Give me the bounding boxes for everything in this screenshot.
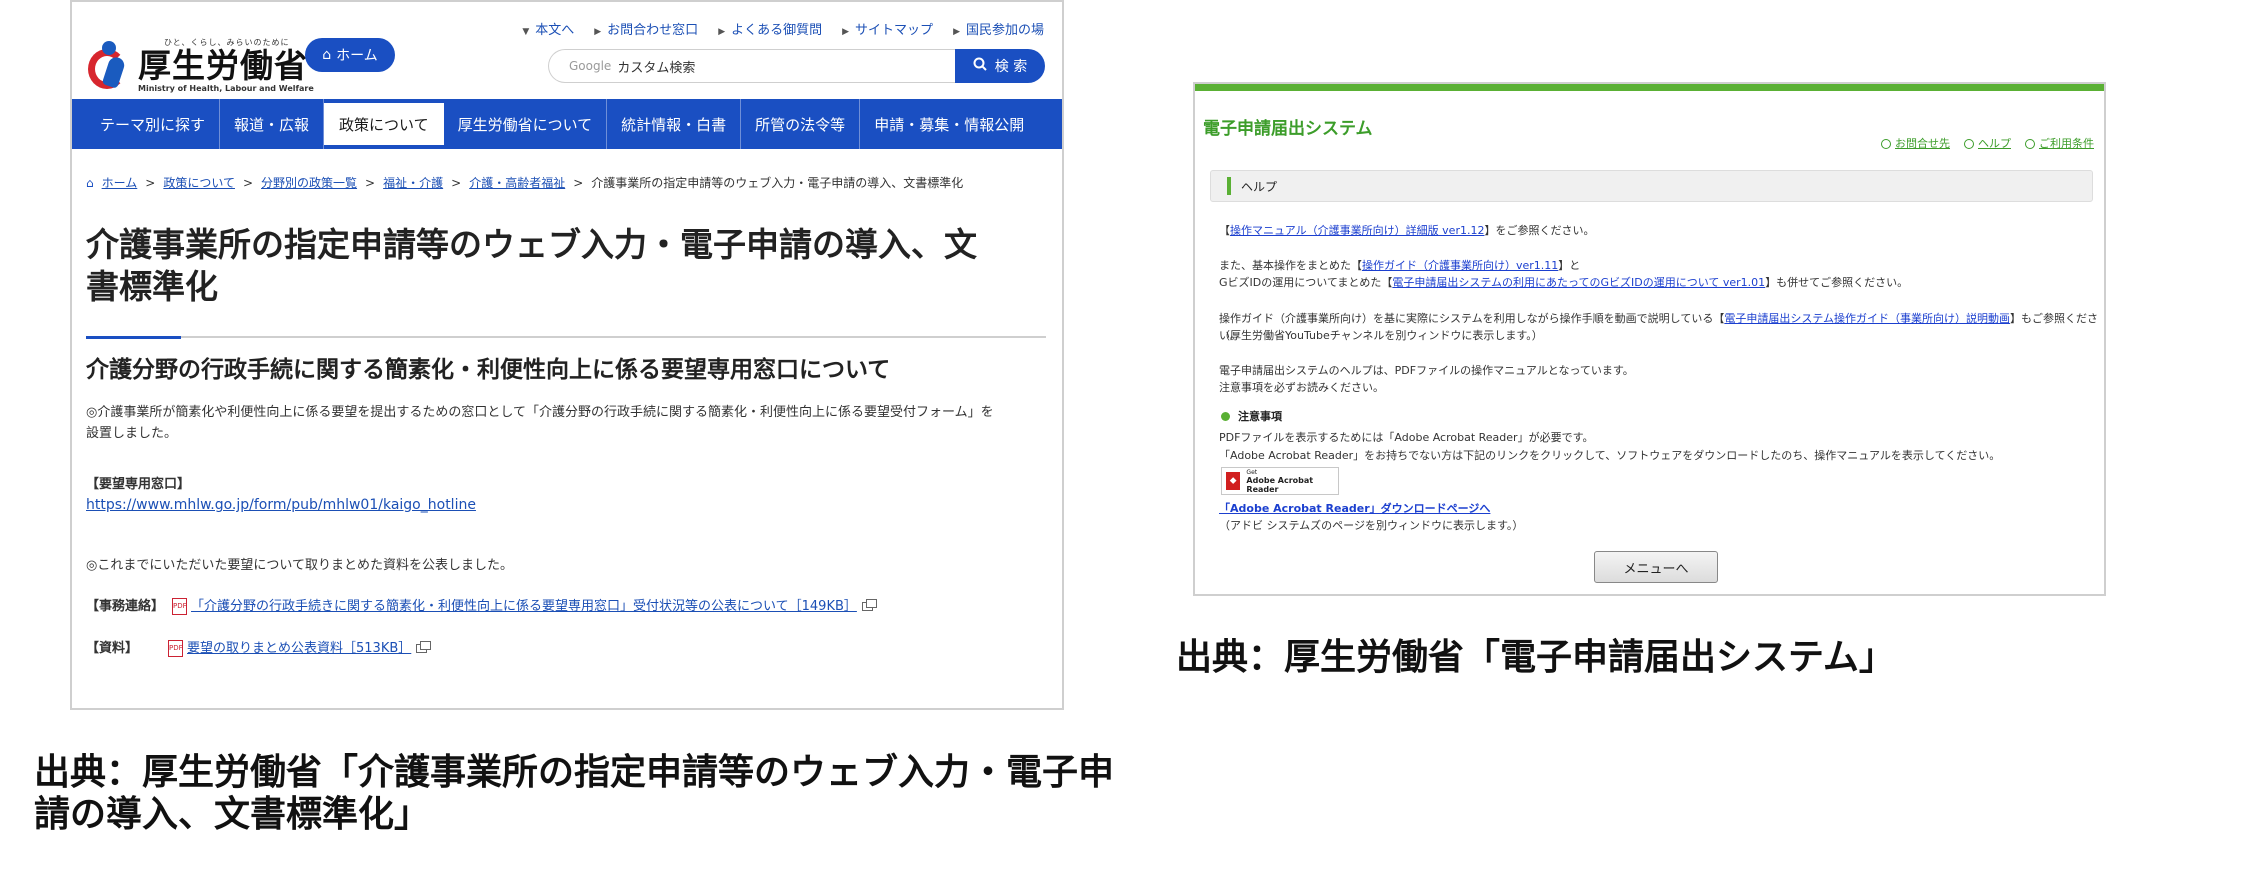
manual-link[interactable]: 操作マニュアル（介護事業所向け）詳細版 ver1.12: [1230, 224, 1484, 237]
link-terms[interactable]: ご利用条件: [2025, 135, 2094, 151]
home-button-label: ホーム: [336, 48, 378, 64]
left-source-caption: 出典：厚生労働省「介護事業所の指定申請等のウェブ入力・電子申 請の導入、文書標準…: [34, 752, 1115, 835]
breadcrumb: ⌂ ホーム > 政策について > 分野別の政策一覧 > 福祉・介護 > 介護・高齢者福祉…: [86, 174, 964, 191]
gbizid-link[interactable]: 電子申請届出システムの利用にあたってのGビズIDの運用について ver1.01: [1392, 276, 1765, 289]
home-icon: ⌂: [322, 47, 332, 63]
page-title: 介護事業所の指定申請等のウェブ入力・電子申請の導入、文 書標準化: [86, 225, 977, 306]
breadcrumb-field-list[interactable]: 分野別の政策一覧: [261, 174, 357, 191]
contact-row: 【事務連絡】 PDF 「介護分野の行政手続きに関する簡素化・利便性向上に係る要望…: [86, 596, 877, 617]
main-nav: テーマ別に探す 報道・広報 政策について 厚生労働省について 統計情報・白書 所…: [72, 99, 1062, 149]
material-row: 【資料】 PDF 要望の取りまとめ公表資料［513KB］: [86, 638, 432, 659]
read-notice-note: 注意事項を必ずお読みください。: [1219, 381, 1384, 394]
guide-link[interactable]: 操作ガイド（介護事業所向け）ver1.11: [1362, 259, 1558, 272]
util-link-faq[interactable]: ▶ よくある御質問: [718, 19, 822, 38]
green-dot-icon: [1221, 411, 1230, 421]
triangle-right-icon: ▶: [842, 27, 850, 37]
section-heading: 介護分野の行政手続に関する簡素化・利便性向上に係る要望専用窓口について: [86, 357, 891, 383]
system-top-links: お問合せ先 ヘルプ ご利用条件: [1881, 135, 2094, 151]
material-pdf-link[interactable]: 要望の取りまとめ公表資料［513KB］: [187, 638, 411, 659]
util-link-main[interactable]: ▼ 本文へ: [522, 19, 574, 38]
gbizid-line: GビズIDの運用についてまとめた【電子申請届出システムの利用にあたってのGビズI…: [1219, 276, 1909, 289]
triangle-right-icon: ▶: [718, 27, 726, 37]
help-heading: ヘルプ: [1241, 179, 1278, 194]
search-input[interactable]: Google カスタム検索: [548, 49, 956, 83]
triangle-right-icon: ▶: [953, 27, 960, 37]
breadcrumb-welfare[interactable]: 福祉・介護: [383, 174, 443, 191]
search-icon: [973, 57, 987, 75]
acrobat-reader-badge[interactable]: ⬥ Get Adobe Acrobat Reader: [1221, 467, 1339, 495]
pdf-icon: PDF: [168, 640, 184, 657]
mhlw-page-screenshot: ひと、くらし、みらいのために 厚生労働省 Ministry of Health,…: [70, 0, 1064, 710]
help-heading-bar: ヘルプ: [1210, 170, 2093, 202]
menu-button[interactable]: メニューへ: [1594, 551, 1718, 583]
help-pdf-note: 電子申請届出システムのヘルプは、PDFファイルの操作マニュアルとなっています。: [1219, 364, 1634, 377]
acrobat-get-label: Get: [1246, 468, 1258, 476]
logo-name: 厚生労働省: [138, 46, 308, 85]
circle-arrow-icon: [2025, 139, 2035, 149]
header-accent-bar: [1195, 84, 2104, 91]
breadcrumb-current: 介護事業所の指定申請等のウェブ入力・電子申請の導入、文書標準化: [591, 176, 964, 190]
util-link-participation[interactable]: ▶ 国民参加の場: [953, 19, 1044, 38]
external-window-icon: [416, 641, 432, 653]
nav-item-applications[interactable]: 申請・募集・情報公開: [860, 99, 1038, 149]
right-source-caption: 出典：厚生労働省「電子申請届出システム」: [1176, 637, 1895, 678]
system-title: 電子申請届出システム: [1203, 119, 1373, 139]
nav-item-policy[interactable]: 政策について: [324, 103, 444, 145]
mhlw-logo-icon: [86, 39, 132, 91]
logo-english: Ministry of Health, Labour and Welfare: [138, 84, 314, 93]
hotline-url-link[interactable]: https://www.mhlw.go.jp/form/pub/mhlw01/k…: [86, 495, 476, 516]
e-application-system-screenshot: 電子申請届出システム お問合せ先 ヘルプ ご利用条件 ヘルプ 【操作マニュアル（…: [1193, 82, 2106, 596]
nav-item-press[interactable]: 報道・広報: [220, 99, 325, 149]
adobe-pdf-icon: ⬥: [1226, 472, 1241, 490]
home-button[interactable]: ⌂ ホーム: [305, 38, 395, 72]
nav-item-about[interactable]: 厚生労働省について: [444, 99, 608, 149]
contact-pdf-link[interactable]: 「介護分野の行政手続きに関する簡素化・利便性向上に係る要望専用窓口」受付状況等の…: [191, 596, 857, 617]
search-button-label: 検 索: [994, 59, 1028, 75]
acrobat-name-label: Adobe Acrobat Reader: [1246, 475, 1314, 494]
adobe-window-note: （アドビ システムズのページを別ウィンドウに表示します。）: [1219, 519, 1524, 532]
triangle-down-icon: ▼: [522, 27, 530, 37]
search-button[interactable]: 検 索: [955, 49, 1045, 83]
window-label: 【要望専用窓口】: [86, 477, 191, 492]
breadcrumb-elderly[interactable]: 介護・高齢者福祉: [469, 174, 565, 191]
external-window-icon: [861, 599, 877, 611]
acrobat-download-link[interactable]: 「Adobe Acrobat Reader」ダウンロードページへ: [1219, 500, 1490, 517]
breadcrumb-home-icon: ⌂: [86, 175, 94, 190]
material-label: 【資料】: [86, 641, 139, 656]
nav-item-statistics[interactable]: 統計情報・白書: [607, 99, 742, 149]
notice-heading: 注意事項: [1221, 408, 1282, 424]
util-link-contact[interactable]: ▶ お問合わせ窓口: [594, 19, 698, 38]
guide-line: また、基本操作をまとめた【操作ガイド（介護事業所向け）ver1.11】と: [1219, 259, 1581, 272]
youtube-note: （厚生労働省YouTubeチャンネルを別ウィンドウに表示します。）: [1219, 329, 1543, 342]
notice-line-2: 「Adobe Acrobat Reader」をお持ちでない方は下記のリンクをクリ…: [1219, 449, 2001, 462]
intro-paragraph: ◎介護事業所が簡素化や利便性向上に係る要望を提出するための窓口として「介護分野の…: [86, 405, 994, 441]
manual-line: 【操作マニュアル（介護事業所向け）詳細版 ver1.12】をご参照ください。: [1219, 224, 1595, 237]
title-divider: [86, 336, 1046, 339]
triangle-right-icon: ▶: [594, 27, 602, 37]
nav-item-themes[interactable]: テーマ別に探す: [86, 99, 221, 149]
video-link[interactable]: 電子申請届出システム操作ガイド（事業所向け）説明動画: [1724, 312, 2010, 325]
link-help[interactable]: ヘルプ: [1964, 135, 2011, 151]
breadcrumb-policy[interactable]: 政策について: [163, 174, 235, 191]
nav-item-laws[interactable]: 所管の法令等: [741, 99, 861, 149]
search-placeholder: カスタム検索: [617, 60, 696, 76]
mhlw-header: ひと、くらし、みらいのために 厚生労働省 Ministry of Health,…: [72, 2, 1062, 99]
pdf-icon: PDF: [172, 598, 188, 615]
utility-links: ▼ 本文へ ▶ お問合わせ窓口 ▶ よくある御質問 ▶ サイトマップ ▶ 国民参加の場: [522, 19, 1044, 38]
circle-arrow-icon: [1964, 139, 1974, 149]
mhlw-logo[interactable]: ひと、くらし、みらいのために 厚生労働省 Ministry of Health,…: [86, 37, 314, 93]
published-note: ◎これまでにいただいた要望について取りまとめた資料を公表しました。: [86, 558, 513, 573]
circle-arrow-icon: [1881, 139, 1891, 149]
google-label: Google: [569, 59, 612, 73]
contact-label: 【事務連絡】: [86, 599, 165, 614]
link-contact[interactable]: お問合せ先: [1881, 135, 1950, 151]
breadcrumb-home[interactable]: ホーム: [102, 174, 138, 191]
notice-line-1: PDFファイルを表示するためには「Adobe Acrobat Reader」が必…: [1219, 431, 1594, 444]
heading-marker: [1227, 177, 1231, 195]
util-link-sitemap[interactable]: ▶ サイトマップ: [842, 19, 933, 38]
